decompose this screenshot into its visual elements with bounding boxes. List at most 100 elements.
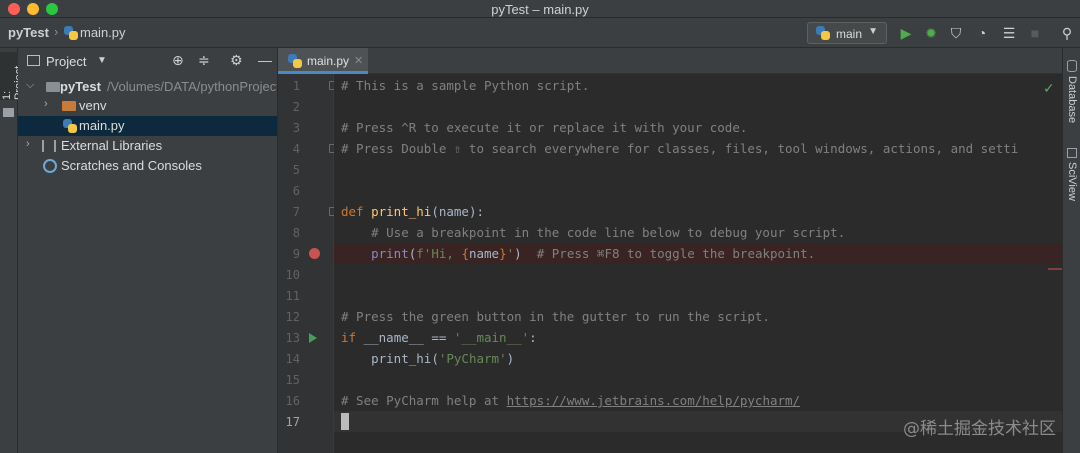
line-number: 6 bbox=[292, 184, 300, 198]
chevron-right-icon[interactable]: › bbox=[44, 98, 48, 110]
string: '__main__' bbox=[453, 330, 530, 345]
tab-main-py[interactable]: main.py ✕ bbox=[278, 48, 368, 74]
line-number: 17 bbox=[285, 415, 300, 429]
hide-panel-icon[interactable]: — bbox=[258, 52, 272, 68]
profile-icon[interactable]: ◔ bbox=[973, 24, 991, 42]
code-line-12[interactable]: # Press the green button in the gutter t… bbox=[341, 309, 770, 324]
tab-label: main.py bbox=[307, 54, 350, 68]
string: 'PyCharm' bbox=[438, 351, 507, 366]
navigation-bar: pyTest › main.py main ▼ ▶ ✹ ⛉ ◔ ☰ ■ ⚲ bbox=[0, 18, 1080, 48]
tree-item-scratches[interactable]: Scratches and Consoles bbox=[18, 156, 277, 176]
project-view-selector[interactable]: Project bbox=[46, 54, 86, 69]
watermark: @稀土掘金技术社区 bbox=[903, 419, 1056, 439]
breakpoint-icon[interactable] bbox=[309, 248, 320, 259]
breadcrumb-file[interactable]: main.py bbox=[80, 25, 126, 40]
builtin: print bbox=[371, 246, 409, 261]
tree-item-pytest[interactable]: ⌵ pyTest/Volumes/DATA/pythonProject bbox=[18, 77, 278, 97]
project-panel-header: Project ▼ ⊕ ≑ ⚙ — bbox=[18, 48, 277, 74]
project-tool-tab[interactable]: 1: Project bbox=[0, 52, 25, 100]
editor-gutter[interactable]: 1 2 3 4 5 6 7 8 9 10 11 12 13 14 15 16 17 bbox=[278, 74, 336, 453]
code-line-3[interactable]: # Press ^R to execute it or replace it w… bbox=[341, 120, 747, 135]
comment: # See PyCharm help at bbox=[341, 393, 507, 408]
stop-icon[interactable]: ■ bbox=[1026, 24, 1044, 42]
python-icon bbox=[816, 26, 830, 40]
library-icon bbox=[42, 140, 56, 152]
function-name: print_hi bbox=[371, 204, 432, 219]
code-editor[interactable]: # This is a sample Python script. # Pres… bbox=[334, 74, 1062, 453]
gear-icon[interactable]: ⚙ bbox=[230, 52, 243, 69]
fstring-brace: { bbox=[461, 246, 469, 261]
operator: == bbox=[423, 330, 454, 345]
editor-tab-bar: main.py ✕ bbox=[278, 48, 1062, 74]
text-cursor bbox=[341, 413, 349, 430]
project-panel: Project ▼ ⊕ ≑ ⚙ — ⌵ pyTest/Volumes/DATA/… bbox=[18, 48, 278, 453]
chevron-down-icon[interactable]: ⌵ bbox=[26, 79, 34, 92]
line-number: 4 bbox=[292, 142, 300, 156]
chevron-down-icon[interactable]: ▼ bbox=[97, 55, 107, 66]
code-line-14[interactable]: print_hi('PyCharm') bbox=[341, 351, 514, 366]
code-line-8[interactable]: # Use a breakpoint in the code line belo… bbox=[341, 225, 845, 240]
folder-icon bbox=[46, 82, 60, 92]
sciview-tool-tab[interactable]: SciView bbox=[1066, 162, 1078, 201]
run-gutter-icon[interactable] bbox=[309, 333, 317, 343]
code-line-7[interactable]: def print_hi(name): bbox=[341, 204, 484, 219]
code-line-4[interactable]: # Press Double ⇧ to search everywhere fo… bbox=[341, 141, 1018, 156]
close-icon[interactable]: ✕ bbox=[354, 54, 363, 67]
tree-item-label: pyTest bbox=[60, 79, 101, 94]
line-number: 8 bbox=[292, 226, 300, 240]
line-number: 14 bbox=[285, 352, 300, 366]
database-icon bbox=[1067, 60, 1077, 72]
help-link[interactable]: https://www.jetbrains.com/help/pycharm/ bbox=[507, 393, 801, 408]
project-folder-icon bbox=[27, 55, 40, 66]
tree-item-external-libraries[interactable]: › External Libraries bbox=[18, 136, 277, 156]
project-path: /Volumes/DATA/pythonProject bbox=[106, 79, 278, 94]
search-icon[interactable]: ⚲ bbox=[1058, 24, 1076, 42]
line-number: 12 bbox=[285, 310, 300, 324]
error-stripe-mark[interactable] bbox=[1048, 268, 1062, 270]
inspection-ok-icon[interactable]: ✓ bbox=[1043, 80, 1055, 97]
tree-item-label: main.py bbox=[79, 118, 125, 133]
scratches-icon bbox=[43, 159, 57, 173]
run-configuration-label: main bbox=[836, 27, 863, 41]
title-bar: pyTest – main.py bbox=[0, 0, 1080, 18]
tree-item-main-py[interactable]: main.py bbox=[18, 116, 277, 136]
python-file-icon bbox=[288, 54, 302, 68]
database-tool-tab[interactable]: Database bbox=[1066, 76, 1078, 123]
chevron-right-icon[interactable]: › bbox=[26, 138, 30, 150]
code-line-9[interactable]: print(f'Hi, {name}') # Press ⌘F8 to togg… bbox=[341, 246, 815, 261]
breadcrumb-project[interactable]: pyTest bbox=[8, 25, 49, 40]
code-line-13[interactable]: if __name__ == '__main__': bbox=[341, 330, 537, 345]
code-line-16[interactable]: # See PyCharm help at https://www.jetbra… bbox=[341, 393, 800, 408]
right-tool-strip: Database SciView bbox=[1062, 48, 1080, 453]
code-text: ( bbox=[431, 351, 439, 366]
debug-icon[interactable]: ✹ bbox=[922, 24, 940, 42]
left-tool-strip: 1: Project bbox=[0, 48, 25, 453]
keyword: def bbox=[341, 204, 364, 219]
chevron-down-icon: ▼ bbox=[868, 26, 878, 37]
line-number: 11 bbox=[285, 289, 300, 303]
run-icon[interactable]: ▶ bbox=[897, 24, 915, 42]
folder-icon bbox=[62, 101, 76, 111]
line-number: 2 bbox=[292, 100, 300, 114]
collapse-all-icon[interactable]: ≑ bbox=[198, 52, 210, 69]
code-text: : bbox=[529, 330, 537, 345]
tree-item-venv[interactable]: › venv bbox=[18, 96, 277, 116]
line-number: 16 bbox=[285, 394, 300, 408]
breadcrumb-separator: › bbox=[54, 24, 59, 39]
keyword: if bbox=[341, 330, 357, 345]
string: ' bbox=[506, 246, 515, 261]
line-number: 1 bbox=[292, 79, 300, 93]
function-call: print_hi bbox=[371, 351, 432, 366]
line-number: 9 bbox=[292, 247, 300, 261]
code-text: (name): bbox=[431, 204, 485, 219]
run-configuration-selector[interactable]: main ▼ bbox=[807, 22, 887, 44]
concurrency-icon[interactable]: ☰ bbox=[1000, 24, 1018, 42]
line-number: 5 bbox=[292, 163, 300, 177]
line-number: 13 bbox=[285, 331, 300, 345]
python-file-icon bbox=[64, 26, 78, 40]
coverage-icon[interactable]: ⛉ bbox=[947, 24, 965, 42]
locate-file-icon[interactable]: ⊕ bbox=[172, 52, 184, 69]
code-line-1[interactable]: # This is a sample Python script. bbox=[341, 78, 589, 93]
